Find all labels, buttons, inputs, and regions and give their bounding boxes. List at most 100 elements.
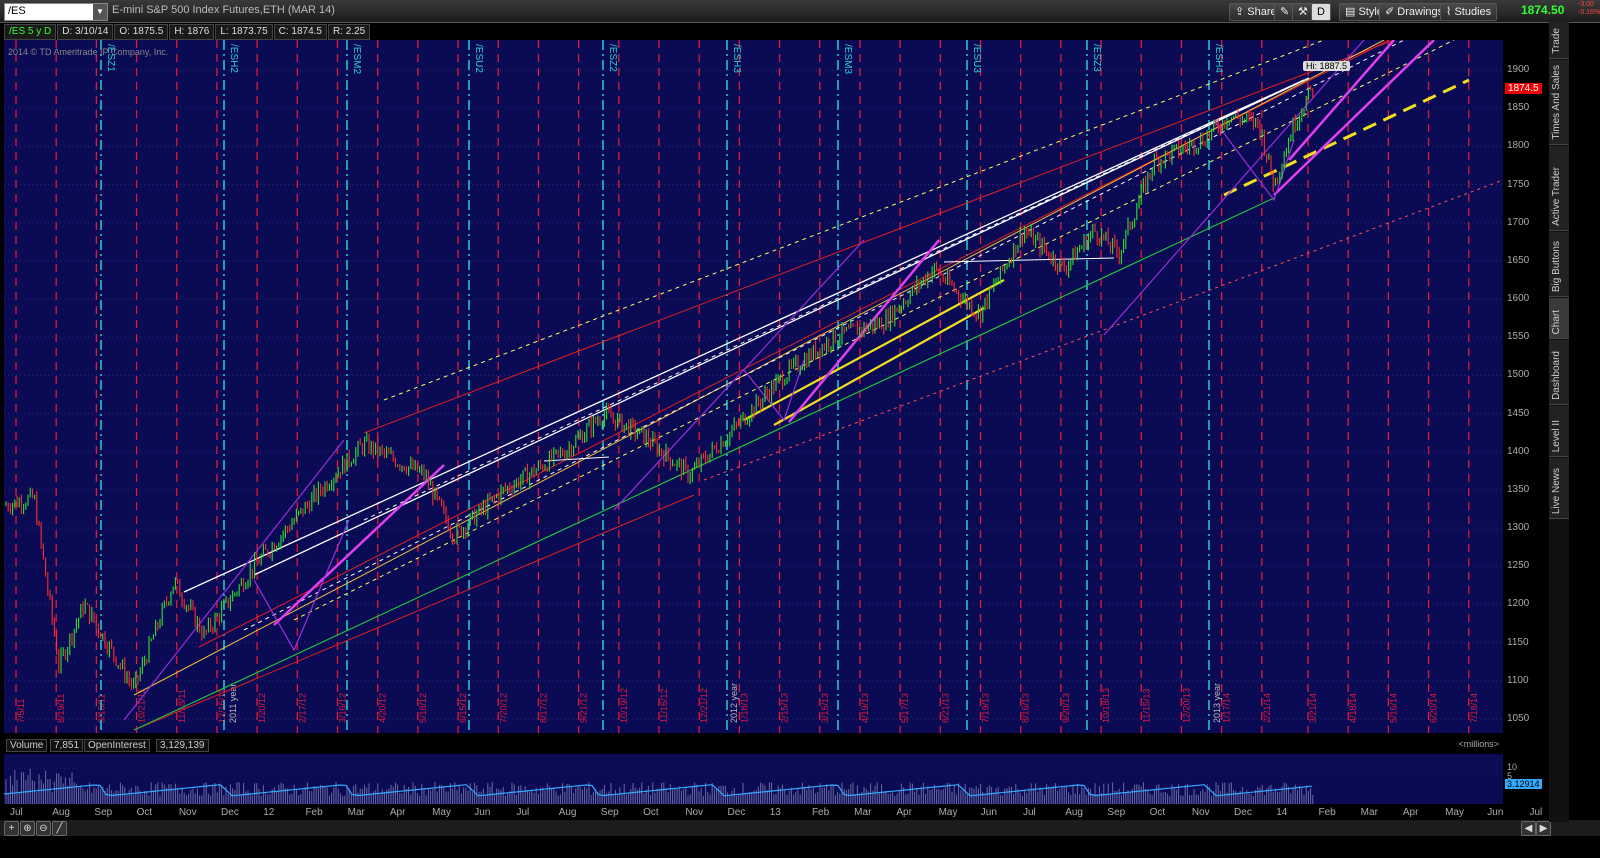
date-label: 11/15/13: [1141, 689, 1151, 723]
date-label: 7/20/12: [498, 693, 508, 723]
time-axis-label: Apr: [896, 807, 912, 818]
date-label: 4/19/13: [860, 693, 870, 723]
volume-chart-svg: [4, 767, 1503, 804]
period-label[interactable]: /ES 5 y D: [4, 24, 57, 40]
symbol-input[interactable]: /ES ▼: [4, 3, 108, 21]
date-label: D: 3/10/14: [57, 24, 114, 40]
date-label: 10/18/13: [1101, 688, 1111, 723]
time-axis-label: May: [432, 807, 451, 818]
price-axis-tick: 1300: [1507, 522, 1530, 534]
time-axis-label: Feb: [1318, 807, 1336, 818]
price-axis-tick: 1050: [1507, 713, 1530, 724]
price-axis-tick: 1600: [1507, 293, 1530, 305]
time-axis-label: Feb: [811, 807, 830, 818]
change-pct: -0.16%: [1578, 9, 1600, 16]
trend-line: [1288, 40, 1395, 161]
price-axis[interactable]: 1900 1850 1800 1750 1700 1650 1600 1550 1500 1450…: [1503, 40, 1549, 733]
time-axis-label: Oct: [136, 807, 153, 818]
trend-line: [183, 79, 1305, 593]
side-tab-label: Level II: [1551, 419, 1562, 452]
style-icon: ▤: [1345, 6, 1359, 18]
contract-label: /ESH3: [731, 44, 742, 73]
open-interest-line: [4, 784, 1313, 797]
time-axis-label: May: [1445, 807, 1464, 818]
scroll-right-icon[interactable]: ▶: [1536, 821, 1551, 836]
trend-line: [253, 77, 1310, 576]
date-label: 5/16/14: [1388, 693, 1398, 723]
drawings-button[interactable]: ✐ Drawings: [1379, 3, 1450, 21]
crosshair-icon[interactable]: +: [4, 821, 19, 836]
draw-line-icon[interactable]: ╱: [52, 821, 67, 836]
date-label: 2/21/14: [1262, 693, 1272, 723]
time-axis-label: Apr: [389, 807, 406, 818]
side-tab-label: Dashboard: [1551, 351, 1562, 400]
price-chart[interactable]: 7/5/118/19/119/16/1110/21/1111/18/1112/1…: [4, 40, 1503, 733]
date-label: 5/18/12: [418, 693, 428, 723]
date-label: 3/21/14: [1308, 693, 1318, 723]
symbol-text: /ES: [8, 5, 26, 17]
price-axis-tick: 1350: [1507, 483, 1530, 495]
side-tab-active-trader[interactable]: Active Trader: [1549, 146, 1569, 231]
volume-label[interactable]: Volume: [6, 739, 48, 752]
trend-line: [383, 40, 1325, 401]
date-label: 1/20/12: [257, 693, 267, 723]
time-axis-label: Nov: [685, 807, 704, 818]
time-axis-label: Sep: [600, 807, 619, 818]
side-tab-live-news[interactable]: Live News: [1549, 458, 1569, 519]
zoom-out-icon[interactable]: ⊖: [36, 821, 51, 836]
date-label: 3/16/12: [338, 693, 348, 723]
bottom-bar: [0, 820, 1600, 836]
open-interest-label[interactable]: OpenInterest: [84, 739, 150, 752]
side-tab-level-ii[interactable]: Level II: [1549, 406, 1569, 457]
volume-value: 7,851: [50, 739, 84, 752]
millions-label: <millions>: [1458, 739, 1499, 749]
side-tab-trade[interactable]: Trade: [1549, 22, 1569, 59]
side-tab-label: Times And Sales: [1551, 65, 1562, 140]
date-label: 7/19/13: [981, 693, 991, 723]
time-axis-label: Aug: [558, 807, 577, 818]
aggregation-button[interactable]: D: [1311, 3, 1331, 21]
side-tab-big-buttons[interactable]: Big Buttons: [1549, 232, 1569, 297]
date-label: 4/18/14: [1348, 693, 1358, 723]
symbol-dropdown-icon[interactable]: ▼: [93, 4, 107, 20]
time-axis-label: Mar: [1360, 807, 1378, 818]
trend-line: [363, 40, 1395, 434]
price-axis-tick: 1150: [1507, 636, 1529, 648]
time-axis-label: Jun: [980, 807, 997, 818]
time-axis-label: Jun: [1487, 807, 1504, 818]
side-tab-chart[interactable]: Chart: [1549, 298, 1569, 339]
open-label: O: 1875.5: [114, 24, 169, 40]
contract-label: /ESM3: [842, 44, 853, 74]
contract-label: /ESZ2: [607, 44, 618, 72]
drawings-label: Drawings: [1397, 6, 1444, 18]
high-label: H: 1876: [169, 24, 215, 40]
zoom-in-icon[interactable]: ⊕: [20, 821, 35, 836]
time-axis[interactable]: Jul Aug Sep Oct Nov Dec 12 Feb Mar Apr May Jun Jul Au…: [4, 806, 1542, 820]
open-interest-tag: 3.12914: [1505, 779, 1542, 789]
contract-label: /ESM2: [351, 44, 362, 74]
time-axis-label: Nov: [178, 807, 197, 818]
time-axis-label: Dec: [1234, 807, 1252, 818]
date-label: 5/17/13: [900, 693, 910, 723]
share-icon: ⇪: [1235, 6, 1248, 18]
price-axis-tick: 1800: [1507, 140, 1530, 152]
date-label: 6/20/14: [1429, 693, 1439, 723]
time-axis-label: May: [938, 807, 958, 818]
instrument-description: E-mini S&P 500 Index Futures,ETH (MAR 14…: [112, 4, 335, 16]
date-label: 10/19/12: [619, 688, 629, 723]
time-axis-label: 13: [769, 807, 781, 818]
side-tab-times-and-sales[interactable]: Times And Sales: [1549, 60, 1569, 145]
time-axis-label: Mar: [854, 807, 872, 818]
scroll-left-icon[interactable]: ◀: [1521, 821, 1536, 836]
time-axis-label: Jul: [1023, 807, 1036, 818]
volume-chart[interactable]: [4, 754, 1503, 804]
side-tab-dashboard[interactable]: Dashboard: [1549, 340, 1569, 405]
price-axis-tick: 1900: [1507, 64, 1530, 75]
contract-label: /ESU2: [473, 44, 484, 73]
date-label: 8/17/12: [538, 693, 548, 723]
time-axis-label: Sep: [94, 807, 113, 818]
drawings-icon: ✐: [1385, 6, 1398, 18]
studies-button[interactable]: ⌇ Studies: [1440, 3, 1498, 21]
trend-line: [123, 439, 345, 721]
date-label: 8/16/13: [1021, 693, 1031, 723]
